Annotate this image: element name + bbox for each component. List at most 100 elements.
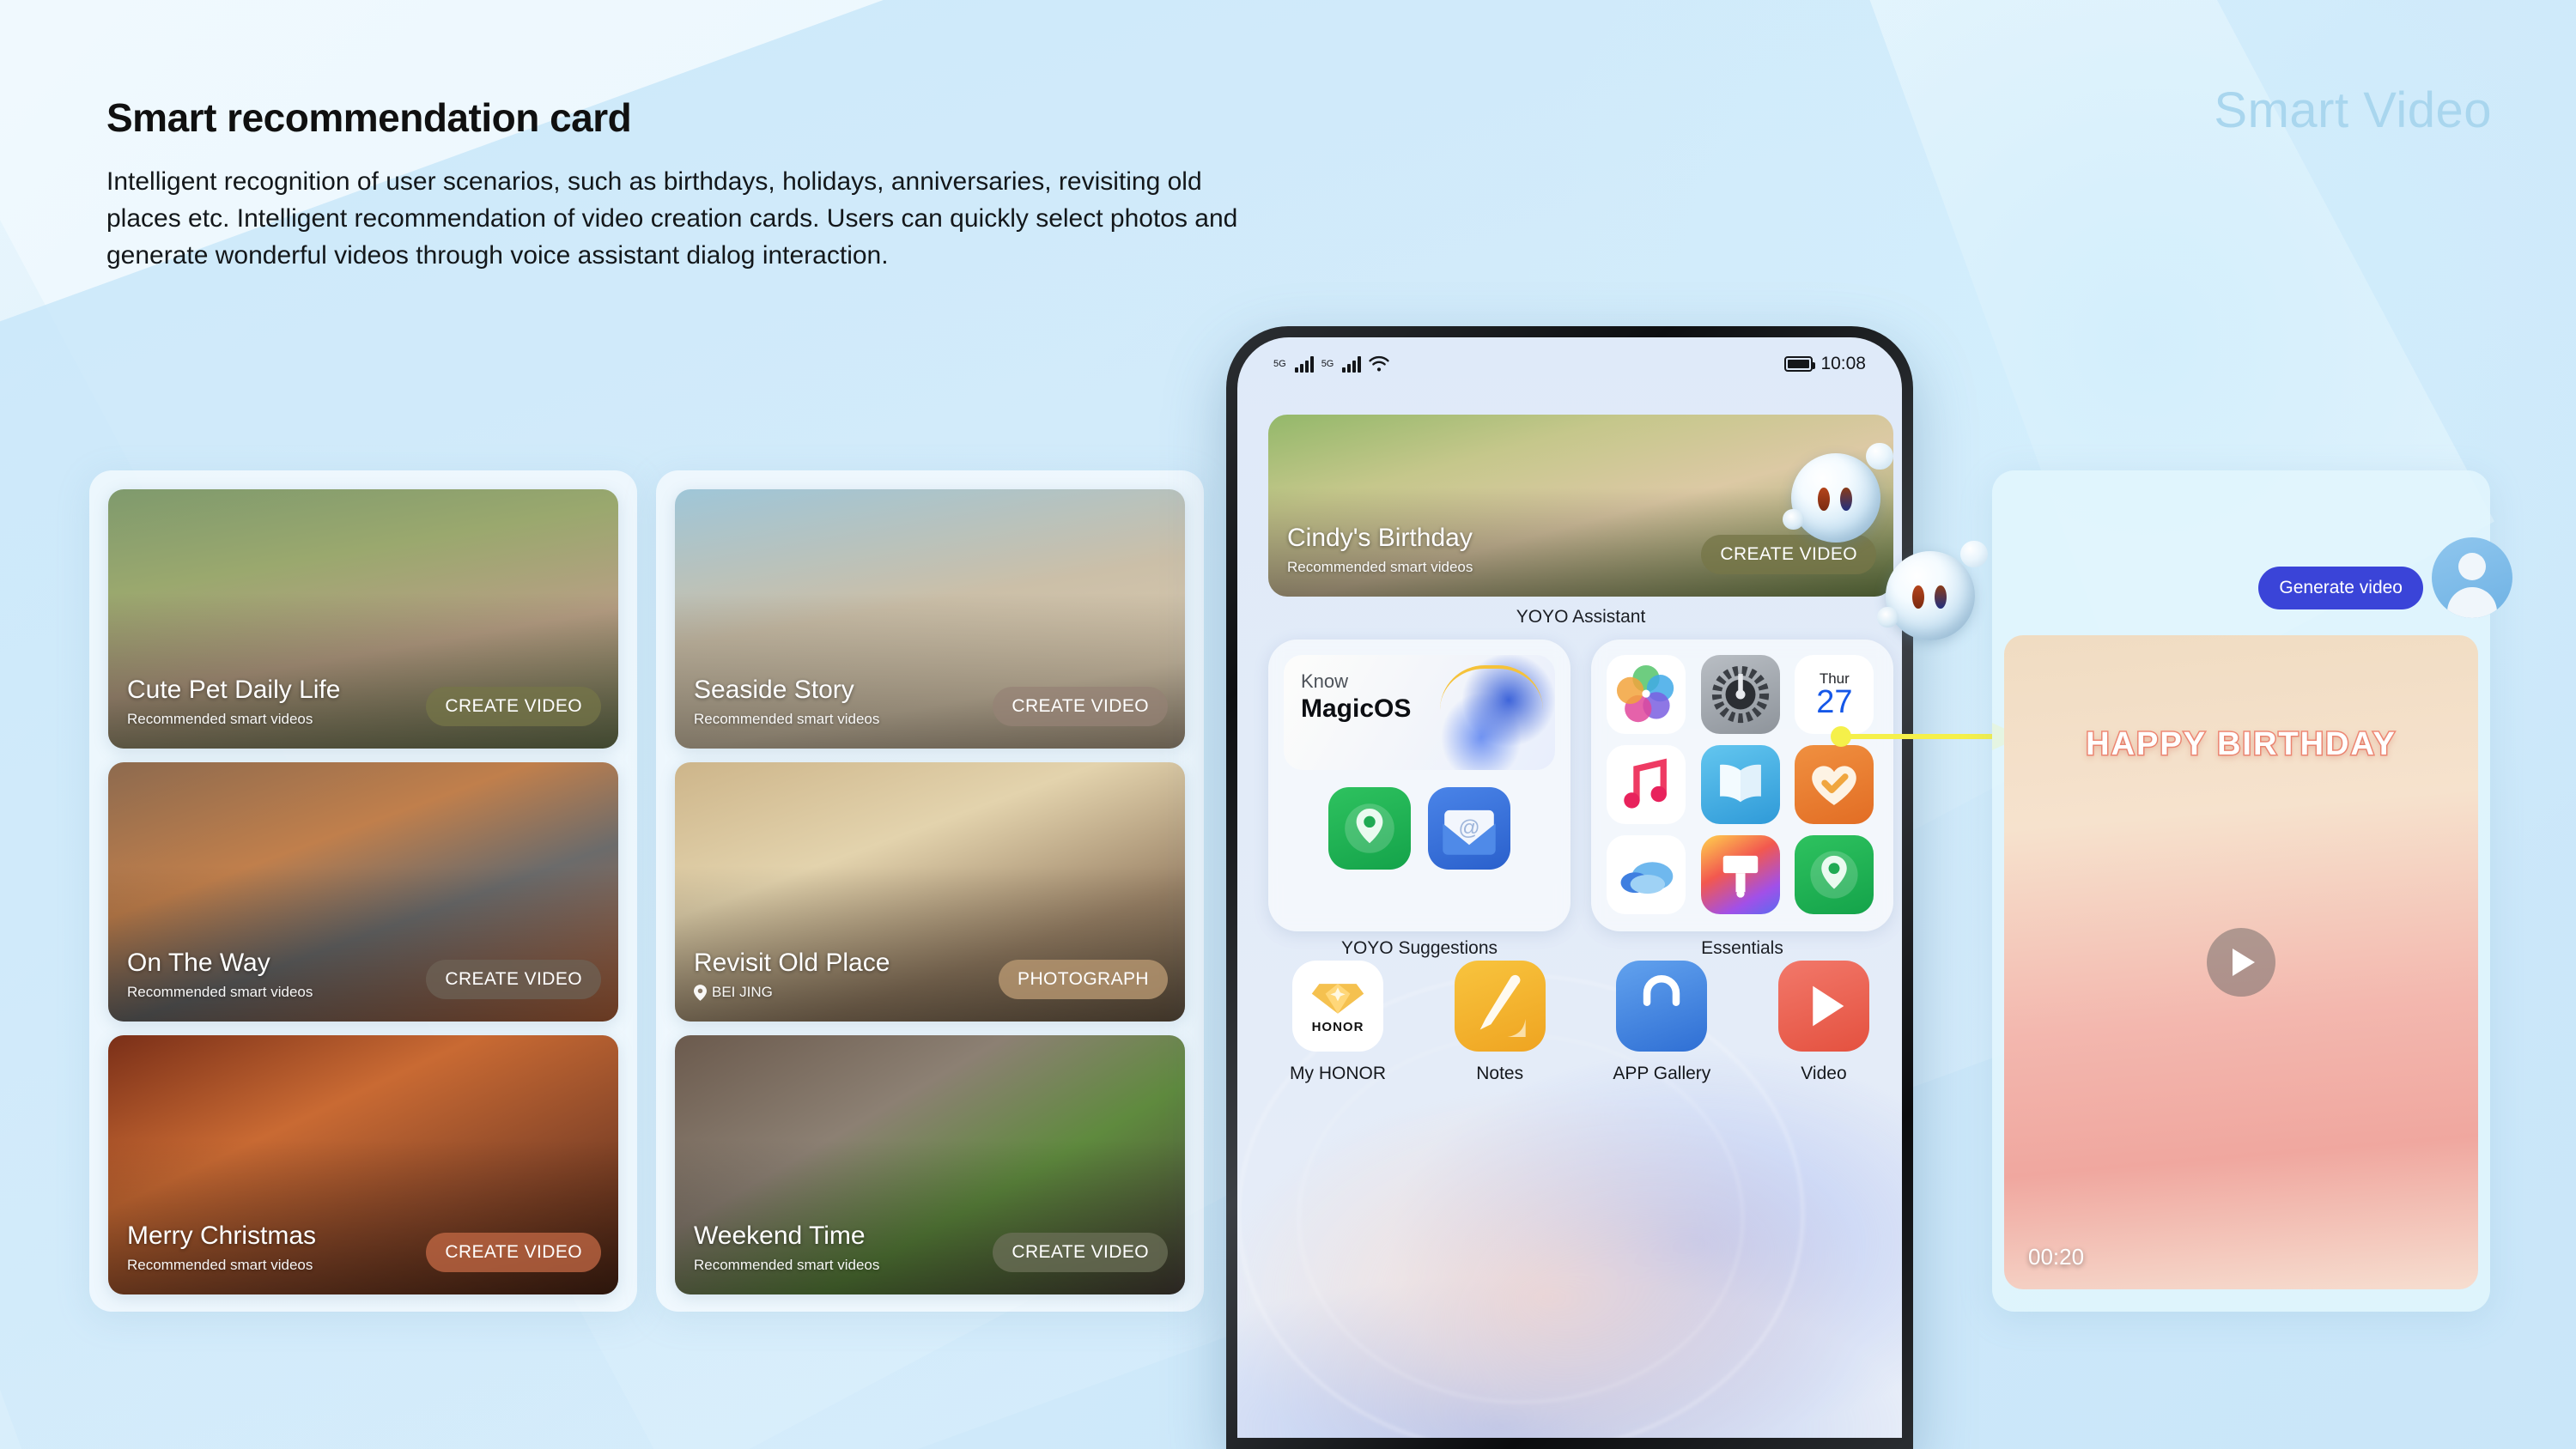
recommendation-card[interactable]: Cute Pet Daily Life Recommended smart vi… [108, 489, 618, 749]
yoyo-eye-right [1840, 487, 1852, 511]
avatar [2432, 537, 2512, 618]
heart-check-glyph [1812, 766, 1857, 805]
card-text: Revisit Old Place BEI JING [694, 949, 890, 1001]
widget-yoyo-suggestions[interactable]: Know MagicOS @ [1268, 640, 1571, 931]
card-text: Weekend Time Recommended smart videos [694, 1222, 879, 1274]
dock-item-app-gallery[interactable]: APP Gallery [1597, 961, 1726, 1084]
recommendation-card[interactable]: Seaside Story Recommended smart videos C… [675, 489, 1185, 749]
play-icon [2233, 949, 2255, 976]
cloud-glyph [1620, 862, 1674, 894]
hero-create-video-button[interactable]: CREATE VIDEO [1701, 535, 1876, 574]
cloud-app-icon[interactable] [1607, 835, 1686, 914]
app-gallery-icon[interactable] [1616, 961, 1708, 1052]
maps-app-icon[interactable] [1328, 787, 1411, 870]
yoyo-eye-right [1935, 585, 1947, 609]
dock-item-notes[interactable]: Notes [1436, 961, 1564, 1084]
honor-wordmark: HONOR [1311, 1019, 1364, 1034]
generate-video-chip[interactable]: Generate video [2258, 567, 2423, 609]
card-title: On The Way [127, 949, 270, 977]
card-text: On The Way Recommended smart videos [127, 949, 313, 1001]
card-text: Cute Pet Daily Life Recommended smart vi… [127, 676, 340, 728]
books-app-icon[interactable] [1700, 745, 1780, 824]
photograph-button[interactable]: PHOTOGRAPH [999, 960, 1168, 999]
yoyo-assistant-blob[interactable] [1876, 540, 1988, 640]
hero-card-text: Cindy's Birthday Recommended smart video… [1287, 524, 1473, 576]
yoyo-eye-left [1912, 585, 1924, 609]
card-title: Weekend Time [694, 1222, 866, 1250]
play-button[interactable] [2207, 928, 2275, 997]
avatar-body [2447, 587, 2497, 618]
card-title: Revisit Old Place [694, 949, 890, 977]
settings-app-icon[interactable] [1700, 655, 1780, 734]
clock-label: 10:08 [1820, 354, 1866, 373]
connector-line [1846, 734, 1999, 739]
create-video-button[interactable]: CREATE VIDEO [426, 1233, 601, 1272]
widget-label-yoyo-suggestions: YOYO Suggestions [1340, 938, 1498, 958]
calendar-day: 27 [1816, 684, 1853, 720]
recommendation-card[interactable]: Merry Christmas Recommended smart videos… [108, 1035, 618, 1294]
signal-bars-icon-2 [1342, 355, 1362, 373]
paint-brush-glyph [1722, 855, 1758, 898]
card-title: Cute Pet Daily Life [127, 676, 341, 704]
video-duration: 00:20 [2028, 1244, 2085, 1270]
dock-item-my-honor[interactable]: HONOR My HONOR [1273, 961, 1402, 1084]
dock-label: APP Gallery [1613, 1064, 1711, 1083]
recommendation-card[interactable]: Weekend Time Recommended smart videos CR… [675, 1035, 1185, 1294]
music-note-glyph [1624, 758, 1667, 809]
honor-app-icon[interactable]: HONOR [1292, 961, 1383, 1052]
yoyo-bubble [1866, 442, 1893, 470]
magicos-banner[interactable]: Know MagicOS [1284, 655, 1555, 770]
recommendation-card[interactable]: On The Way Recommended smart videos CREA… [108, 762, 618, 1022]
network-type-1: 5G [1273, 358, 1286, 369]
hero-card-title: Cindy's Birthday [1287, 524, 1473, 552]
right-card-panel: Seaside Story Recommended smart videos C… [656, 470, 1204, 1312]
page-description: Intelligent recognition of user scenario… [106, 167, 1238, 270]
card-subtitle: Recommended smart videos [694, 1257, 880, 1273]
yoyo-assistant-blob[interactable] [1782, 442, 1893, 543]
open-book-glyph [1719, 764, 1761, 803]
essentials-app-grid: Thur 27 [1607, 655, 1878, 914]
create-video-button[interactable]: CREATE VIDEO [426, 960, 601, 999]
yoyo-ear [1876, 606, 1899, 628]
card-title: Seaside Story [694, 676, 854, 704]
wifi-icon [1369, 355, 1389, 372]
dock-item-video[interactable]: Video [1759, 961, 1888, 1084]
watermark-label: Smart Video [2214, 82, 2492, 138]
music-app-icon[interactable] [1607, 745, 1686, 824]
play-triangle-glyph [1813, 985, 1844, 1027]
headline-block: Smart recommendation card Intelligent re… [106, 94, 1257, 275]
create-video-button[interactable]: CREATE VIDEO [993, 1233, 1168, 1272]
suggestion-app-row: @ [1284, 787, 1555, 870]
dock-label: Video [1801, 1064, 1847, 1083]
signal-bars-icon-1 [1294, 355, 1314, 373]
video-preview[interactable]: HAPPY BIRTHDAY 00:20 [2004, 635, 2478, 1289]
create-video-button[interactable]: CREATE VIDEO [426, 687, 601, 726]
gear-icon [1711, 665, 1769, 724]
dock-label: Notes [1476, 1064, 1524, 1083]
yoyo-ear [1782, 508, 1804, 530]
card-text: Merry Christmas Recommended smart videos [127, 1222, 316, 1274]
card-subtitle: Recommended smart videos [127, 1257, 313, 1273]
card-subtitle: Recommended smart videos [127, 984, 313, 1000]
dock-label: My HONOR [1290, 1064, 1386, 1083]
recommendation-card[interactable]: Revisit Old Place BEI JING PHOTOGRAPH [675, 762, 1185, 1022]
health-app-icon[interactable] [1795, 745, 1874, 824]
video-app-icon[interactable] [1777, 961, 1869, 1052]
maps-app-icon[interactable] [1795, 835, 1874, 914]
avatar-head [2458, 553, 2486, 580]
battery-icon [1784, 356, 1816, 372]
dock: HONOR My HONOR Notes APP Gallery Video [1268, 961, 1893, 1084]
hero-card-subtitle: Recommended smart videos [1287, 559, 1473, 575]
yoyo-eye-left [1818, 487, 1830, 511]
widget-essentials[interactable]: Thur 27 [1591, 640, 1893, 931]
themes-app-icon[interactable] [1700, 835, 1780, 914]
gallery-flower-glyph [1616, 664, 1674, 723]
card-subtitle: Recommended smart videos [694, 711, 880, 727]
email-app-icon[interactable]: @ [1428, 787, 1510, 870]
notes-app-icon[interactable] [1454, 961, 1546, 1052]
create-video-button[interactable]: CREATE VIDEO [993, 687, 1168, 726]
location-pin-icon [694, 984, 707, 1001]
pencil-glyph [1479, 974, 1526, 1038]
shopping-bag-glyph [1643, 974, 1680, 1006]
gallery-app-icon[interactable] [1607, 655, 1686, 734]
